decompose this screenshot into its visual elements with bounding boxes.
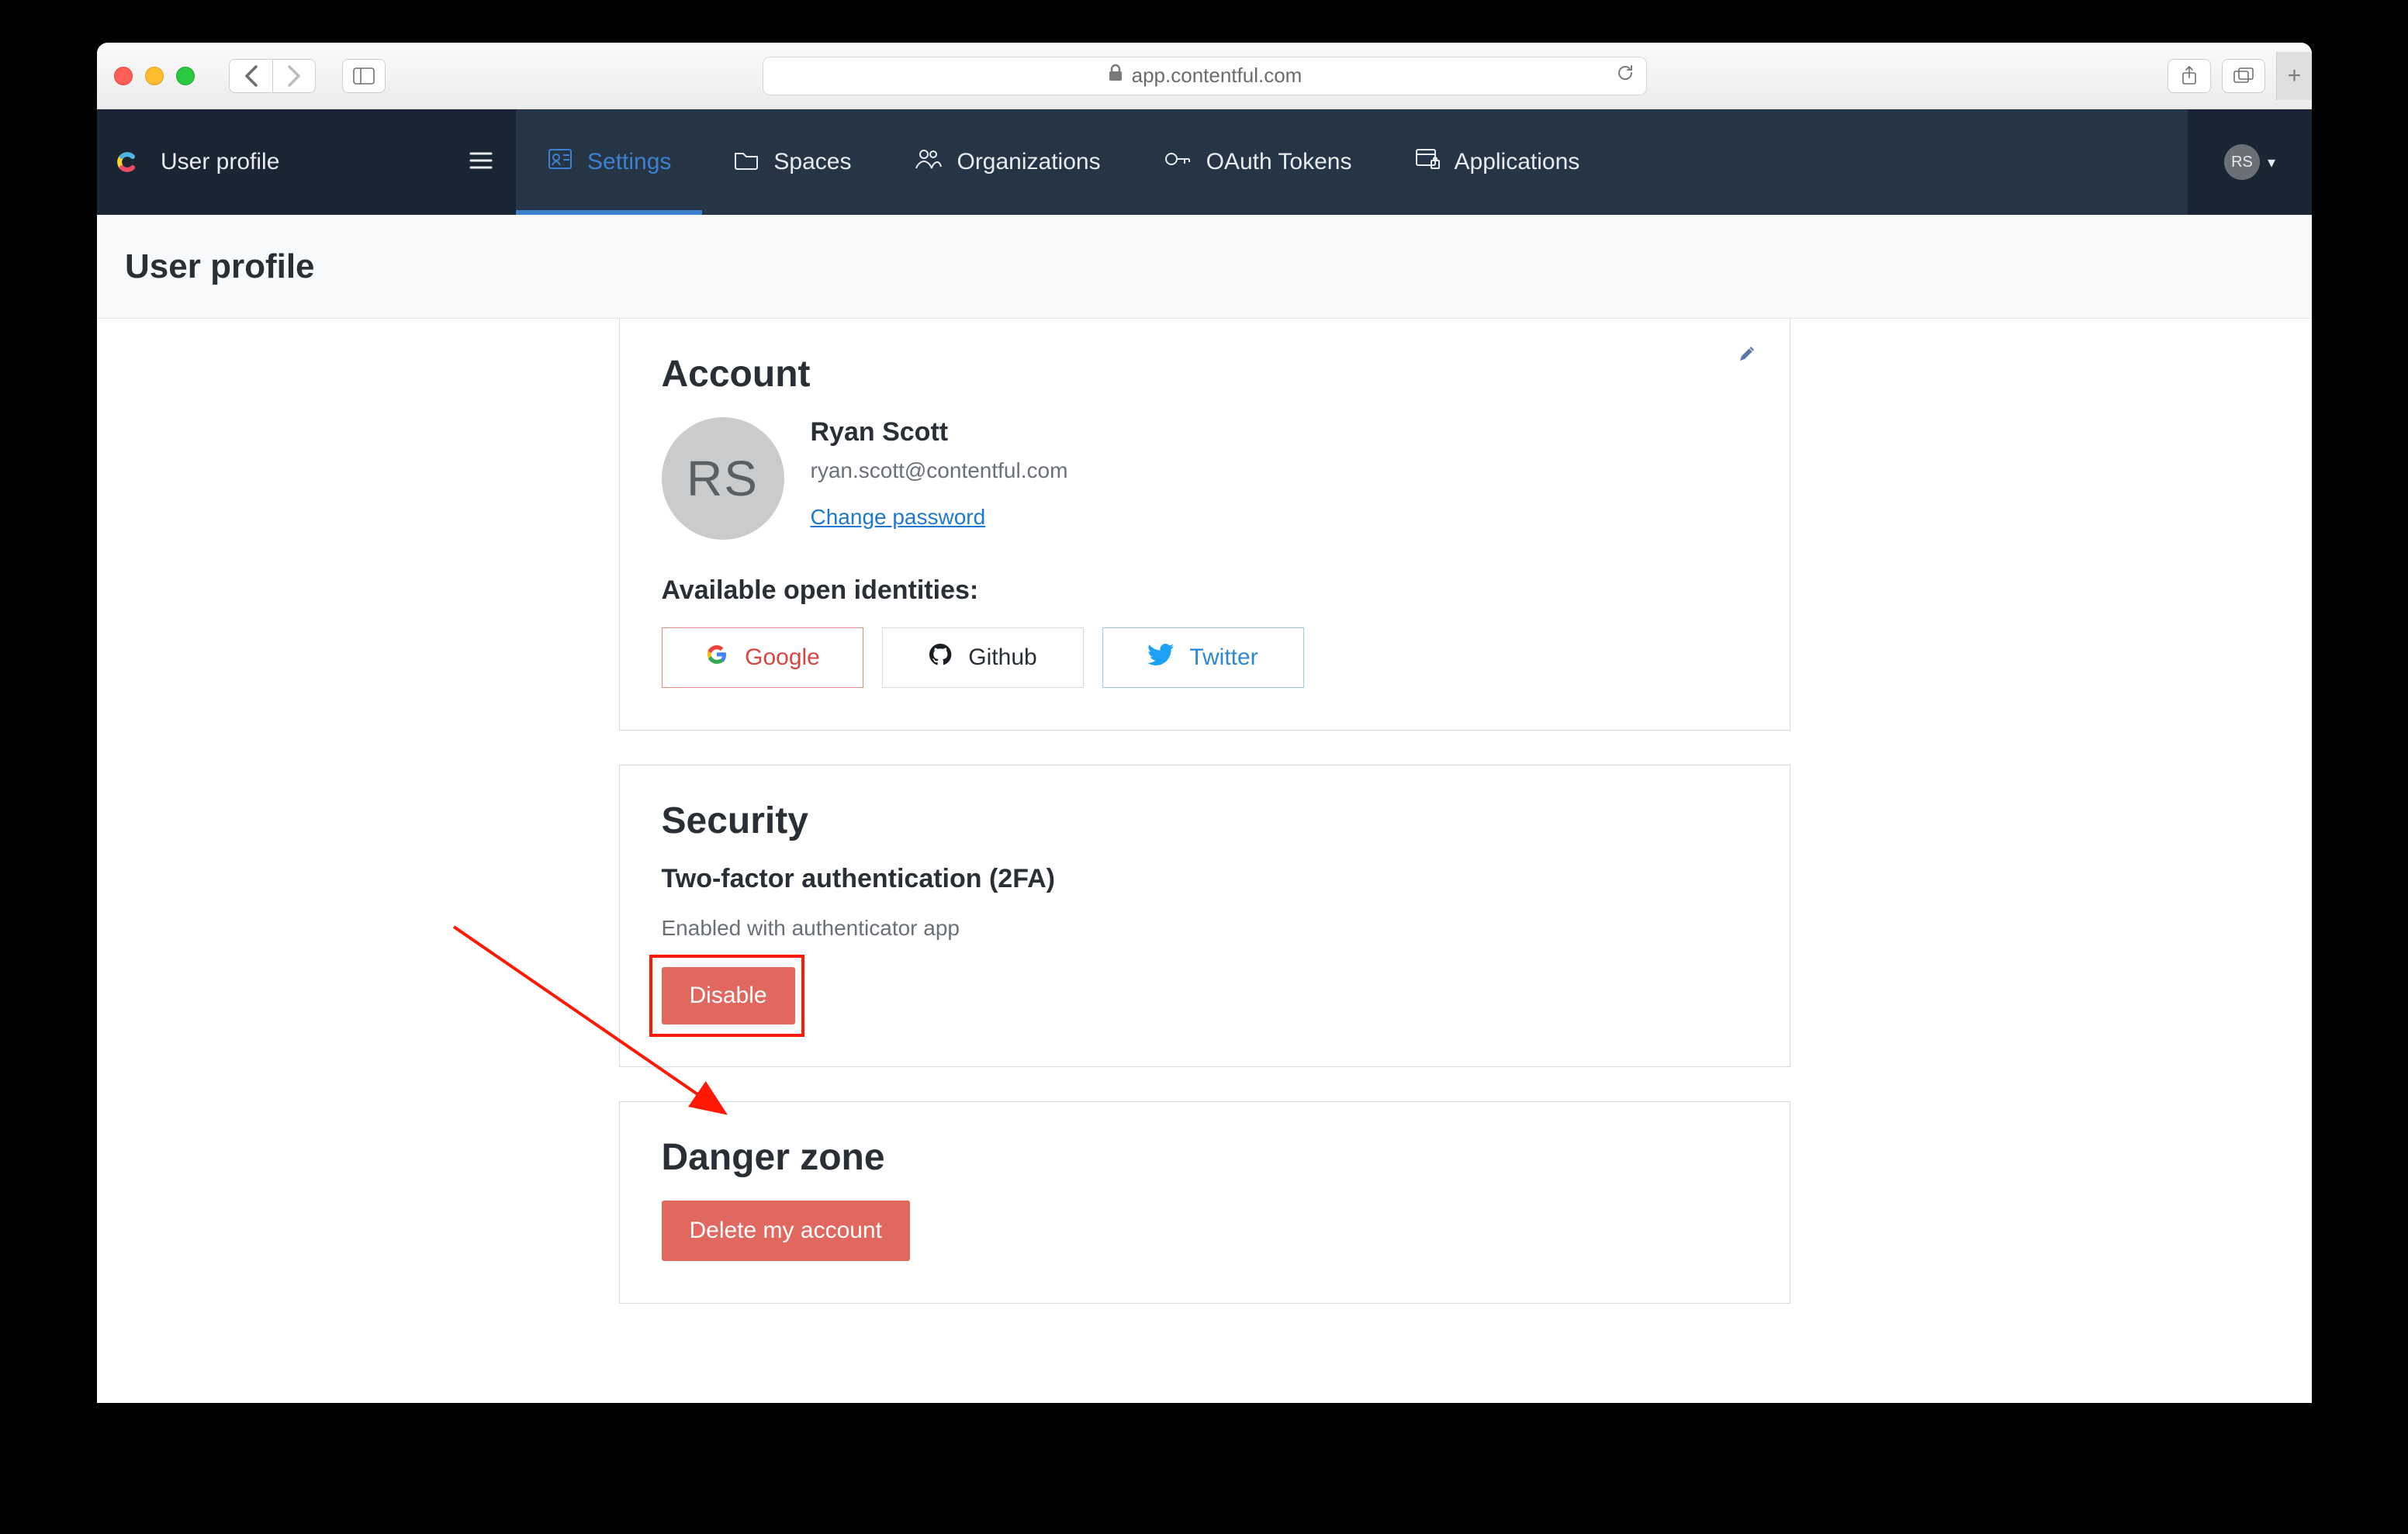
avatar-initials: RS — [2231, 154, 2253, 171]
account-info: Ryan Scott ryan.scott@contentful.com Cha… — [811, 417, 1068, 530]
twitter-icon — [1147, 644, 1174, 672]
minimize-window-icon[interactable] — [145, 67, 164, 85]
browser-window: app.contentful.com + Us — [97, 43, 2312, 1403]
tab-label: Organizations — [957, 149, 1100, 175]
tab-oauth[interactable]: OAuth Tokens — [1132, 109, 1383, 215]
account-email: ryan.scott@contentful.com — [811, 458, 1068, 483]
reload-icon[interactable] — [1615, 63, 1635, 88]
sidebar-toggle-button[interactable] — [342, 59, 386, 93]
tab-spaces[interactable]: Spaces — [702, 109, 882, 215]
account-name: Ryan Scott — [811, 417, 1068, 447]
identities-row: Google Github Twitter — [662, 627, 1748, 688]
back-button[interactable] — [229, 59, 272, 93]
window-controls — [114, 67, 195, 85]
identity-label: Twitter — [1189, 644, 1258, 671]
identity-twitter-button[interactable]: Twitter — [1102, 627, 1304, 688]
avatar-small: RS — [2224, 144, 2260, 180]
hamburger-icon[interactable] — [469, 151, 493, 174]
identities-heading: Available open identities: — [662, 575, 1748, 606]
app-top-nav: User profile Settings Spaces — [97, 109, 2312, 215]
chevron-down-icon: ▾ — [2268, 153, 2275, 172]
disable-2fa-button[interactable]: Disable — [662, 967, 795, 1024]
security-status: Enabled with authenticator app — [662, 916, 1748, 941]
google-icon — [704, 642, 729, 673]
people-icon — [913, 147, 943, 178]
avatar-large: RS — [662, 417, 784, 540]
change-password-link[interactable]: Change password — [811, 505, 986, 529]
key-icon — [1163, 147, 1192, 177]
tabs-button[interactable] — [2222, 59, 2265, 93]
maximize-window-icon[interactable] — [176, 67, 195, 85]
identity-label: Google — [745, 644, 820, 671]
page-title: User profile — [125, 247, 315, 286]
user-menu[interactable]: RS ▾ — [2188, 109, 2312, 215]
security-heading: Security — [662, 800, 1748, 842]
tab-label: Settings — [587, 149, 671, 175]
tab-label: OAuth Tokens — [1206, 149, 1352, 175]
identity-github-button[interactable]: Github — [882, 627, 1084, 688]
danger-zone-panel: Danger zone Delete my account — [619, 1101, 1790, 1304]
share-button[interactable] — [2168, 59, 2211, 93]
security-panel: Security Two-factor authentication (2FA)… — [619, 765, 1790, 1067]
delete-account-button[interactable]: Delete my account — [662, 1201, 910, 1261]
identity-google-button[interactable]: Google — [662, 627, 863, 688]
account-panel: Account RS Ryan Scott ryan.scott@content… — [619, 319, 1790, 731]
tab-organizations[interactable]: Organizations — [882, 109, 1131, 215]
contentful-logo-icon[interactable] — [112, 147, 142, 177]
tab-label: Applications — [1455, 149, 1580, 175]
github-icon — [928, 642, 953, 673]
new-tab-button[interactable]: + — [2276, 52, 2312, 100]
app-lock-icon — [1414, 147, 1441, 178]
tab-applications[interactable]: Applications — [1383, 109, 1611, 215]
account-heading: Account — [662, 353, 1748, 396]
app-tabs: Settings Spaces Organizations OAuth Toke… — [516, 109, 2188, 215]
page-header: User profile — [97, 215, 2312, 319]
forward-button[interactable] — [272, 59, 316, 93]
app-nav-left: User profile — [97, 109, 516, 215]
content: Account RS Ryan Scott ryan.scott@content… — [97, 319, 2312, 1304]
security-subheading: Two-factor authentication (2FA) — [662, 864, 1748, 894]
url-host: app.contentful.com — [1132, 64, 1303, 88]
tab-label: Spaces — [773, 149, 851, 175]
identity-label: Github — [968, 644, 1036, 671]
address-bar[interactable]: app.contentful.com — [763, 57, 1647, 95]
avatar-initials: RS — [687, 450, 759, 507]
lock-icon — [1107, 63, 1124, 88]
nav-brand-label: User profile — [161, 149, 279, 175]
close-window-icon[interactable] — [114, 67, 133, 85]
settings-card-icon — [547, 146, 573, 178]
browser-toolbar: app.contentful.com + — [97, 43, 2312, 109]
folder-icon — [733, 147, 759, 177]
edit-icon[interactable] — [1735, 342, 1759, 369]
tab-settings[interactable]: Settings — [516, 109, 702, 215]
nav-back-forward — [229, 59, 316, 93]
danger-heading: Danger zone — [662, 1136, 1748, 1179]
